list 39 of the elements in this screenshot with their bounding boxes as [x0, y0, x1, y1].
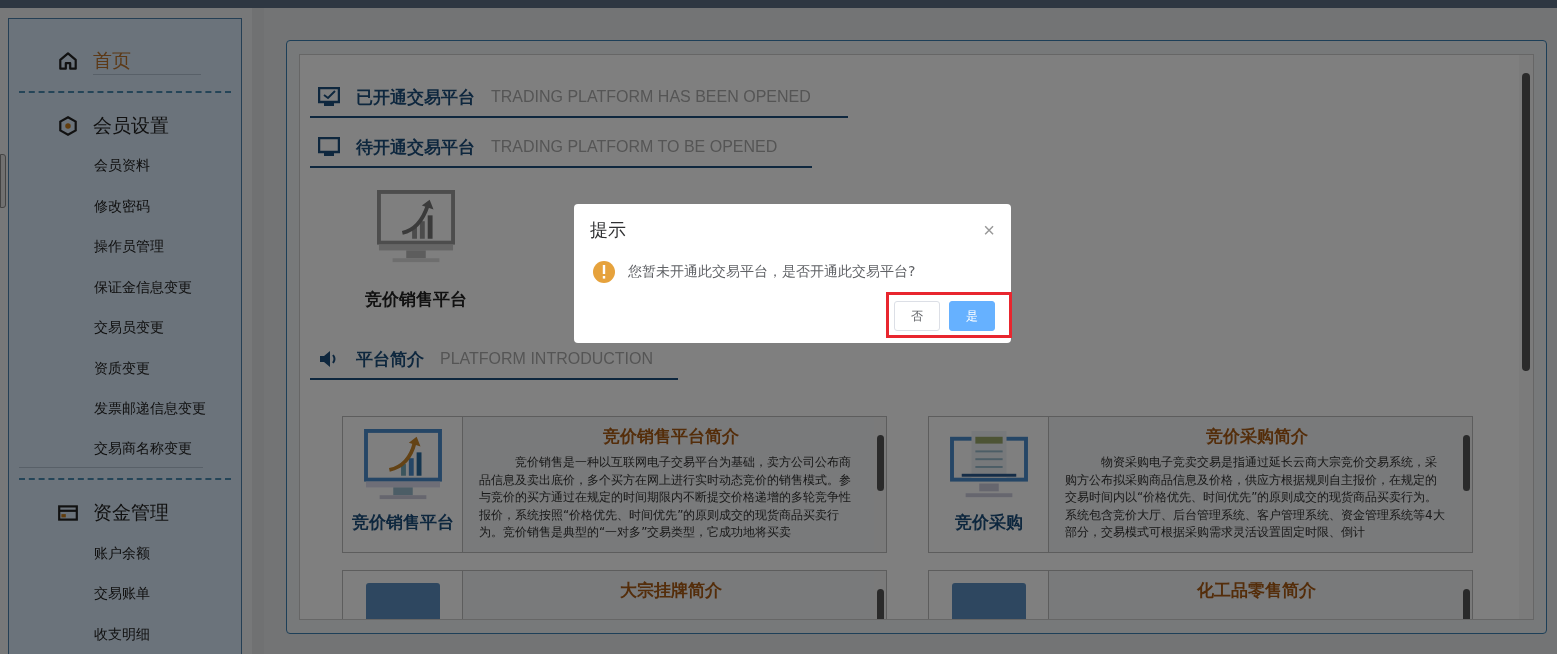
section-title: 已开通交易平台 — [356, 85, 475, 109]
sidebar-group-title[interactable]: 首页 — [93, 47, 201, 75]
sidebar-item[interactable]: 交易员变更 — [19, 307, 231, 348]
close-button[interactable]: × — [983, 220, 995, 240]
hexagon-icon — [57, 115, 79, 137]
confirm-button[interactable]: 是 — [949, 301, 995, 331]
sidebar-item[interactable]: 会员资料 — [19, 145, 231, 186]
scrollbar[interactable] — [1519, 55, 1533, 619]
dialog-message: 您暂未开通此交易平台，是否开通此交易平台? — [628, 263, 916, 281]
sidebar-item[interactable]: 修改密码 — [19, 185, 231, 227]
dialog-title: 提示 — [590, 218, 626, 242]
sidebar-item[interactable]: 保证金信息变更 — [19, 266, 231, 308]
sidebar-item[interactable]: 账户余额 — [19, 532, 231, 573]
monitor-icon — [318, 137, 340, 157]
card-label: 竞价销售平台 — [351, 511, 454, 534]
sidebar-item[interactable]: 发票邮递信息变更 — [19, 388, 231, 429]
scroll-handle[interactable] — [0, 154, 6, 208]
card-text: 物资采购电子竞卖交易是指通过延长云商大宗竞价交易系统，采购方公布拟采购商品信息及价格，供应方根据规则自主报价，在规定的交易时间内以“价格优先、时间优先”的原则成交的现货商品买卖行为。系统包含竞价大厅、后台管理系统、客户管理系统、资金管理系统等4大部分，交易模式可根据采购需求灵活设置固定时限、倒计 — [1065, 454, 1446, 541]
monitor-check-icon — [318, 87, 340, 107]
card-title: 竞价采购简介 — [1205, 425, 1308, 448]
sidebar-item[interactable]: 交易商名称变更 — [19, 428, 203, 468]
sidebar-item[interactable]: 资质变更 — [19, 347, 231, 389]
sidebar-item[interactable]: 操作员管理 — [19, 226, 231, 267]
card-title: 大宗挂牌简介 — [619, 579, 722, 602]
sidebar-item[interactable]: 收支明细 — [19, 613, 231, 654]
section-title: 平台简介 — [356, 347, 424, 371]
sidebar-group-title[interactable]: 会员设置 — [93, 113, 169, 139]
sidebar-item[interactable]: 交易账单 — [19, 573, 231, 614]
platform-tile[interactable]: 竞价销售平台 — [365, 168, 467, 338]
sidebar-group-title[interactable]: 资金管理 — [93, 500, 169, 527]
platform-name: 竞价销售平台 — [365, 288, 467, 311]
card-title: 竞价销售平台简介 — [602, 425, 739, 448]
section-title: 待开通交易平台 — [356, 135, 475, 159]
card-label: 竞价采购 — [954, 511, 1023, 534]
cancel-button[interactable]: 否 — [894, 301, 940, 331]
card-title: 化工品零售简介 — [1197, 579, 1316, 602]
home-icon — [57, 50, 79, 73]
card-text: 竞价销售是一种以互联网电子交易平台为基础，卖方公司公布商品信息及卖出底价，多个买方在网上进行实时动态竞价的销售模式。参与竞价的买方通过在规定的时间期限内不断提交价格递增的多轮竞争性报价，系统按照“价格优先、时间优先”的原则成交的现货商品买卖行为。竞价销售是典型的“一对多”交易类型，它成功地将买卖 — [479, 454, 852, 541]
warning-icon — [592, 260, 616, 284]
